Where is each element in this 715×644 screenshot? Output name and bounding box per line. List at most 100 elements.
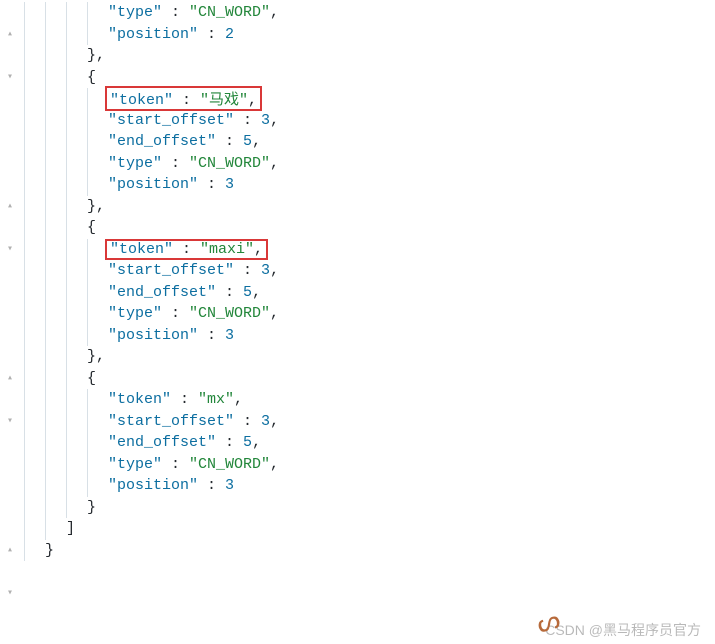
code-content: "type" : "CN_WORD", (108, 4, 279, 21)
indent-guide (24, 303, 45, 325)
code-area[interactable]: "type" : "CN_WORD","position" : 2},{"tok… (20, 0, 715, 644)
indent-guide (87, 282, 108, 304)
indent-guide (45, 432, 66, 454)
indent-guide (66, 24, 87, 46)
code-line[interactable]: "position" : 3 (24, 475, 715, 497)
code-line[interactable]: "type" : "CN_WORD", (24, 303, 715, 325)
fold-up-icon[interactable]: ▴ (0, 368, 20, 390)
fold-up-icon[interactable]: ▴ (0, 24, 20, 46)
indent-guide (45, 368, 66, 390)
code-content: { (87, 370, 96, 387)
code-line[interactable]: } (24, 497, 715, 519)
indent-guide (24, 475, 45, 497)
code-content: "position" : 3 (108, 176, 234, 193)
code-line[interactable]: ] (24, 518, 715, 540)
indent-guide (45, 303, 66, 325)
gutter-blank (0, 604, 20, 626)
indent-guide (66, 497, 87, 519)
indent-guide (45, 110, 66, 132)
indent-guide (45, 260, 66, 282)
indent-guide (24, 389, 45, 411)
gutter-blank (0, 45, 20, 67)
code-line[interactable]: "start_offset" : 3, (24, 110, 715, 132)
fold-gutter[interactable]: ▴ ▾ ▴ ▾ ▴ ▾ ▴ ▾ (0, 0, 20, 644)
indent-guide (24, 325, 45, 347)
code-content: "end_offset" : 5, (108, 284, 261, 301)
gutter-blank (0, 561, 20, 583)
code-line[interactable]: "type" : "CN_WORD", (24, 2, 715, 24)
indent-guide (24, 346, 45, 368)
indent-guide (87, 432, 108, 454)
indent-guide (24, 45, 45, 67)
indent-guide (45, 411, 66, 433)
fold-up-icon[interactable]: ▴ (0, 540, 20, 562)
code-line[interactable]: "type" : "CN_WORD", (24, 454, 715, 476)
code-content: "end_offset" : 5, (108, 133, 261, 150)
fold-down-icon[interactable]: ▾ (0, 583, 20, 605)
indent-guide (24, 196, 45, 218)
code-line[interactable]: "token" : "maxi", (24, 239, 715, 261)
code-line[interactable]: "type" : "CN_WORD", (24, 153, 715, 175)
code-content: "position" : 3 (108, 477, 234, 494)
code-line[interactable]: "token" : "马戏", (24, 88, 715, 110)
code-content: "end_offset" : 5, (108, 434, 261, 451)
code-line[interactable]: "position" : 2 (24, 24, 715, 46)
code-line[interactable]: "end_offset" : 5, (24, 432, 715, 454)
indent-guide (24, 110, 45, 132)
indent-guide (24, 454, 45, 476)
indent-guide (45, 325, 66, 347)
fold-down-icon[interactable]: ▾ (0, 67, 20, 89)
indent-guide (66, 411, 87, 433)
code-content: "start_offset" : 3, (108, 112, 279, 129)
gutter-blank (0, 282, 20, 304)
code-content: "start_offset" : 3, (108, 262, 279, 279)
indent-guide (45, 454, 66, 476)
indent-guide (66, 346, 87, 368)
fold-down-icon[interactable]: ▾ (0, 411, 20, 433)
code-content: { (87, 69, 96, 86)
code-line[interactable]: "start_offset" : 3, (24, 260, 715, 282)
indent-guide (45, 88, 66, 110)
gutter-blank (0, 432, 20, 454)
code-line[interactable]: "end_offset" : 5, (24, 131, 715, 153)
indent-guide (45, 217, 66, 239)
gutter-blank (0, 346, 20, 368)
indent-guide (66, 475, 87, 497)
code-line[interactable]: }, (24, 346, 715, 368)
indent-guide (24, 432, 45, 454)
indent-guide (87, 110, 108, 132)
gutter-blank (0, 110, 20, 132)
gutter-blank (0, 131, 20, 153)
code-line[interactable]: }, (24, 196, 715, 218)
indent-guide (66, 239, 87, 261)
gutter-blank (0, 153, 20, 175)
code-line[interactable]: { (24, 217, 715, 239)
code-line[interactable]: }, (24, 45, 715, 67)
indent-guide (24, 497, 45, 519)
code-content: } (87, 499, 96, 516)
gutter-blank (0, 88, 20, 110)
highlighted-token: "token" : "马戏", (105, 86, 262, 111)
code-line[interactable]: "position" : 3 (24, 325, 715, 347)
gutter-blank (0, 518, 20, 540)
code-line[interactable]: "start_offset" : 3, (24, 411, 715, 433)
fold-up-icon[interactable]: ▴ (0, 196, 20, 218)
gutter-blank (0, 217, 20, 239)
indent-guide (24, 24, 45, 46)
code-content: }, (87, 348, 105, 365)
indent-guide (45, 389, 66, 411)
gutter-blank (0, 389, 20, 411)
indent-guide (66, 88, 87, 110)
fold-down-icon[interactable]: ▾ (0, 239, 20, 261)
indent-guide (24, 174, 45, 196)
code-line[interactable]: { (24, 67, 715, 89)
code-line[interactable]: } (24, 540, 715, 562)
indent-guide (87, 303, 108, 325)
code-line[interactable]: "end_offset" : 5, (24, 282, 715, 304)
indent-guide (66, 196, 87, 218)
indent-guide (45, 45, 66, 67)
code-line[interactable]: "position" : 3 (24, 174, 715, 196)
code-line[interactable]: { (24, 368, 715, 390)
code-line[interactable]: "token" : "mx", (24, 389, 715, 411)
code-content: } (45, 542, 54, 559)
